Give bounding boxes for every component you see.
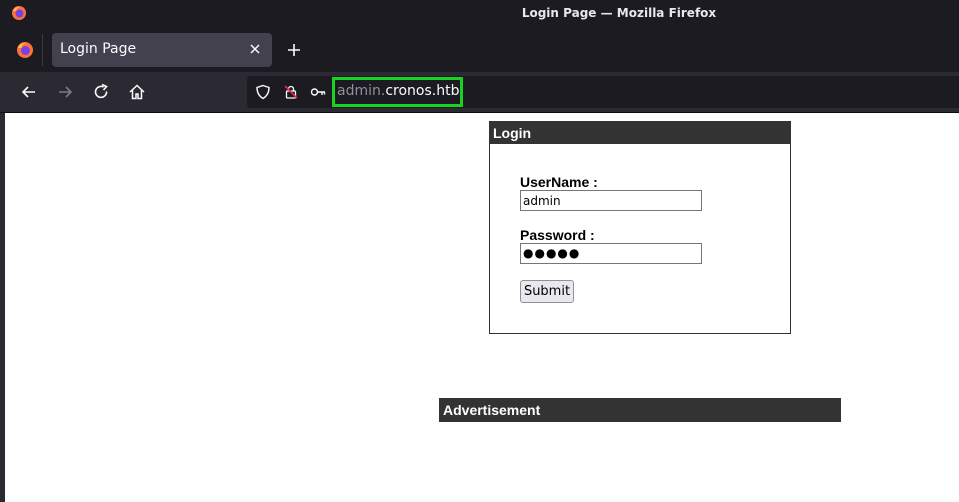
- insecure-lock-icon[interactable]: [283, 84, 299, 100]
- login-header: Login: [490, 122, 790, 144]
- shield-icon[interactable]: [255, 84, 271, 100]
- close-icon[interactable]: [246, 40, 264, 58]
- reload-icon[interactable]: [91, 82, 111, 102]
- firefox-menu-icon[interactable]: [16, 41, 34, 59]
- url-domain: cronos.htb: [385, 83, 460, 99]
- home-icon[interactable]: [127, 82, 147, 102]
- plus-icon[interactable]: [284, 40, 304, 60]
- tab-login-page[interactable]: Login Page: [52, 33, 272, 67]
- key-icon[interactable]: [310, 84, 326, 100]
- url-bar[interactable]: admin.cronos.htb: [247, 76, 959, 108]
- window-titlebar: Login Page — Mozilla Firefox: [0, 0, 959, 28]
- submit-button[interactable]: Submit: [520, 280, 574, 303]
- url-text[interactable]: admin.cronos.htb: [337, 83, 459, 99]
- page-left-edge: [0, 113, 5, 502]
- username-input[interactable]: [520, 190, 702, 211]
- tab-title: Login Page: [60, 41, 137, 57]
- password-label: Password :: [520, 227, 595, 243]
- back-arrow-icon[interactable]: [19, 82, 39, 102]
- advertisement-header: Advertisement: [439, 398, 841, 422]
- window-title: Login Page — Mozilla Firefox: [521, 6, 717, 20]
- tab-strip: Login Page: [0, 28, 959, 72]
- forward-arrow-icon[interactable]: [55, 82, 75, 102]
- url-subdomain: admin.: [337, 83, 386, 99]
- username-label: UserName :: [520, 174, 598, 190]
- login-panel: Login UserName : Password : ●●●●● Submit: [489, 121, 791, 334]
- navigation-toolbar: admin.cronos.htb: [0, 72, 959, 113]
- password-input[interactable]: ●●●●●: [520, 243, 702, 264]
- tab-separator: [42, 34, 43, 66]
